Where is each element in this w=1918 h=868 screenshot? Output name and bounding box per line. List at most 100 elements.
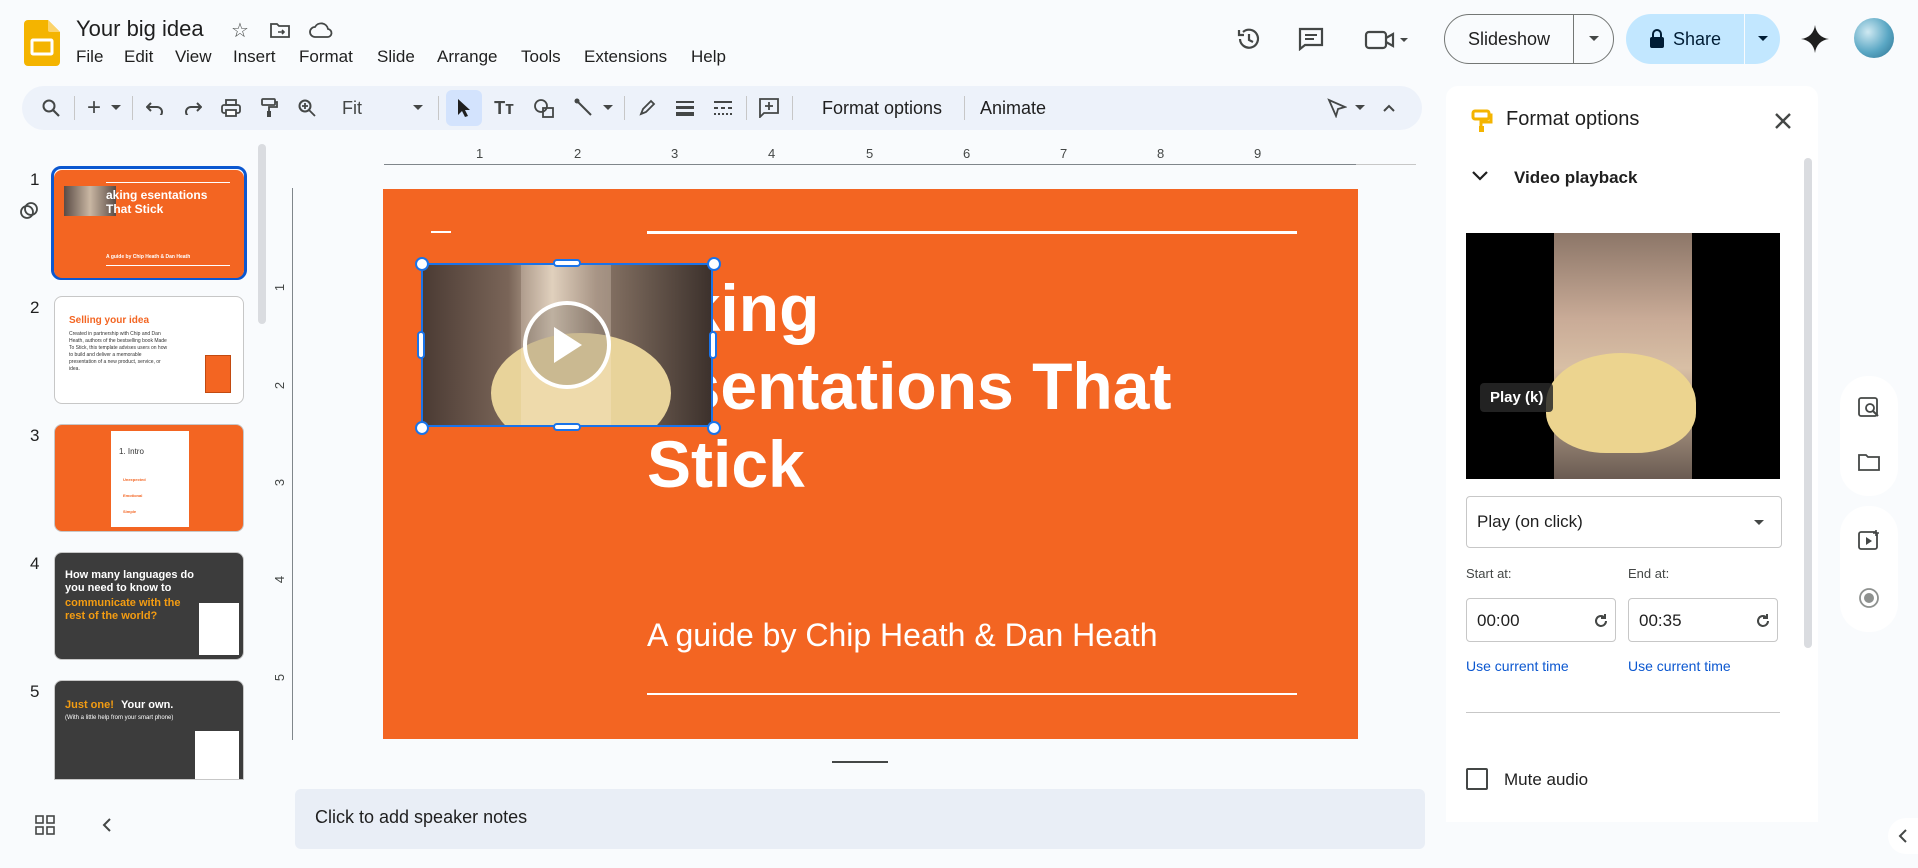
collapse-menus-icon[interactable]	[1378, 94, 1400, 122]
start-use-current-time-link[interactable]: Use current time	[1466, 658, 1569, 674]
thumbnail-item: Emotional	[123, 493, 143, 498]
resize-handle[interactable]	[417, 331, 425, 359]
menu-help[interactable]: Help	[691, 47, 726, 67]
slide-thumbnail-5[interactable]: Just one! Your own. (With a little help …	[54, 680, 244, 780]
play-mode-select[interactable]: Play (on click)	[1466, 496, 1782, 548]
document-card: 1. Intro Unexpected Emotional Simple	[111, 431, 189, 527]
speaker-notes[interactable]: Click to add speaker notes	[295, 789, 1425, 849]
end-time-field[interactable]: 00:35	[1628, 598, 1778, 642]
animate-button[interactable]: Animate	[980, 98, 1046, 126]
border-color-icon[interactable]	[634, 94, 660, 122]
slide-thumbnail-2[interactable]: Selling your idea Created in partnership…	[54, 296, 244, 404]
menu-extensions[interactable]: Extensions	[584, 47, 667, 67]
move-folder-icon[interactable]	[268, 18, 292, 42]
reset-icon[interactable]	[1591, 611, 1611, 631]
meet-video-icon[interactable]	[1364, 26, 1410, 54]
new-slide-layout-dropdown[interactable]	[108, 94, 124, 122]
mute-audio-checkbox[interactable]	[1466, 768, 1488, 790]
slideshow-button[interactable]: Slideshow	[1445, 15, 1573, 63]
end-use-current-time-link[interactable]: Use current time	[1628, 658, 1731, 674]
pointer-mode-icon[interactable]	[1324, 94, 1350, 122]
close-icon[interactable]	[1768, 106, 1798, 136]
comments-icon[interactable]	[1296, 24, 1326, 54]
cursor-arrow-icon	[458, 99, 470, 117]
start-time-value: 00:00	[1477, 611, 1520, 630]
menu-view[interactable]: View	[175, 47, 212, 67]
image-search-icon[interactable]	[1855, 394, 1883, 422]
panel-scrollbar[interactable]	[1804, 158, 1812, 648]
menu-slide[interactable]: Slide	[377, 47, 415, 67]
video-preview[interactable]: Play (k)	[1466, 233, 1780, 479]
folder-icon[interactable]	[1855, 448, 1883, 476]
menu-edit[interactable]: Edit	[124, 47, 153, 67]
print-icon[interactable]	[218, 94, 244, 122]
resize-handle[interactable]	[415, 421, 429, 435]
slideshow-options-button[interactable]	[1574, 15, 1614, 63]
vertical-ruler: 1 2 3 4 5	[272, 188, 294, 748]
start-time-field[interactable]: 00:00	[1466, 598, 1616, 642]
menu-arrange[interactable]: Arrange	[437, 47, 497, 67]
resize-handle[interactable]	[709, 331, 717, 359]
chevron-down-icon	[1355, 105, 1365, 110]
filmstrip-scrollbar[interactable]	[258, 144, 266, 324]
document-title[interactable]: Your big idea	[76, 16, 204, 42]
section-title[interactable]: Video playback	[1514, 168, 1637, 188]
version-history-icon[interactable]	[1234, 24, 1264, 54]
line-icon[interactable]	[570, 94, 598, 122]
grid-view-icon[interactable]	[32, 812, 58, 838]
collapse-filmstrip-icon[interactable]	[94, 812, 120, 838]
border-weight-icon[interactable]	[672, 94, 698, 122]
resize-handle[interactable]	[707, 257, 721, 271]
reset-icon[interactable]	[1753, 611, 1773, 631]
expand-side-panel-button[interactable]	[1888, 818, 1918, 854]
video-add-icon[interactable]	[1855, 526, 1883, 554]
notes-resize-handle[interactable]	[832, 761, 888, 763]
slide-thumbnail-1[interactable]: aking esentations That Stick A guide by …	[54, 170, 244, 278]
add-comment-icon[interactable]	[756, 94, 782, 122]
format-options-button[interactable]: Format options	[822, 98, 942, 126]
line-dropdown[interactable]	[600, 94, 616, 122]
ruler-tick: 3	[671, 146, 679, 161]
slide-subtitle[interactable]: A guide by Chip Heath & Dan Heath	[647, 617, 1158, 654]
zoom-dropdown[interactable]	[410, 94, 426, 122]
record-icon[interactable]	[1855, 584, 1883, 612]
slide-title[interactable]: aking esentations That Stick	[647, 269, 1171, 503]
divider	[106, 265, 230, 266]
slide-thumbnail-3[interactable]: 1. Intro Unexpected Emotional Simple	[54, 424, 244, 532]
pointer-mode-dropdown[interactable]	[1352, 94, 1368, 122]
resize-handle[interactable]	[553, 259, 581, 267]
resize-handle[interactable]	[707, 421, 721, 435]
select-tool-button[interactable]	[446, 90, 482, 126]
text-box-icon[interactable]: Tт	[490, 94, 518, 122]
star-icon[interactable]: ☆	[228, 18, 252, 42]
gemini-icon[interactable]	[1798, 22, 1832, 56]
note-card	[195, 731, 239, 779]
linked-object-icon[interactable]	[18, 200, 40, 222]
menu-insert[interactable]: Insert	[233, 47, 276, 67]
zoom-icon[interactable]	[294, 94, 320, 122]
menu-format[interactable]: Format	[299, 47, 353, 67]
share-button[interactable]: Share	[1626, 14, 1744, 64]
avatar[interactable]	[1854, 18, 1894, 58]
shape-icon[interactable]	[530, 94, 558, 122]
cloud-saved-icon[interactable]	[308, 18, 334, 42]
horizontal-ruler: 1 2 3 4 5 6 7 8 9	[384, 146, 1424, 166]
share-options-button[interactable]	[1745, 14, 1780, 64]
resize-handle[interactable]	[415, 257, 429, 271]
zoom-select[interactable]: Fit	[342, 98, 362, 126]
search-menus-icon[interactable]	[38, 94, 64, 122]
menu-file[interactable]: File	[76, 47, 103, 67]
book-image	[205, 355, 231, 393]
redo-icon[interactable]	[180, 94, 206, 122]
section-chevron[interactable]	[1468, 164, 1492, 188]
slide-canvas[interactable]: aking esentations That Stick A guide by …	[383, 189, 1358, 739]
slide-thumbnail-4[interactable]: How many languages do you need to know t…	[54, 552, 244, 660]
new-slide-icon[interactable]: +	[82, 94, 106, 122]
paint-format-icon[interactable]	[256, 94, 282, 122]
slides-logo[interactable]	[24, 20, 60, 66]
resize-handle[interactable]	[553, 423, 581, 431]
border-dash-icon[interactable]	[710, 94, 736, 122]
menu-tools[interactable]: Tools	[521, 47, 561, 67]
undo-icon[interactable]	[142, 94, 168, 122]
accent-dash	[431, 231, 451, 233]
